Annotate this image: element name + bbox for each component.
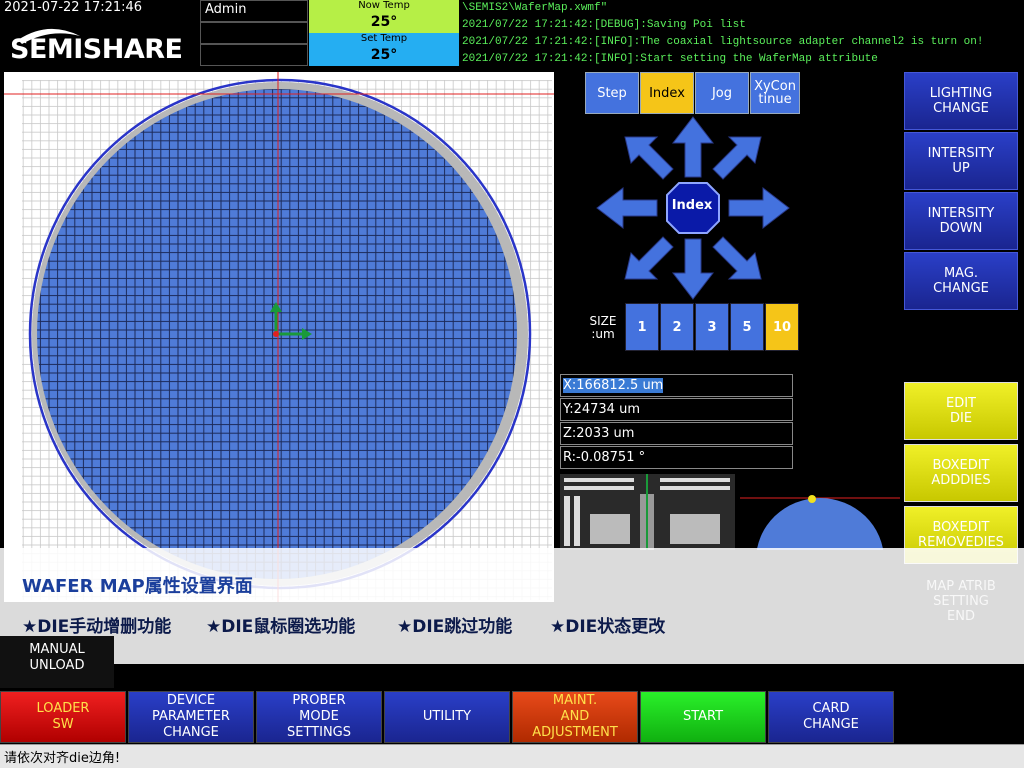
intensity-down-button[interactable]: INTERSITY DOWN: [904, 192, 1018, 250]
set-temp-label: Set Temp: [360, 33, 408, 44]
start-button[interactable]: START: [640, 691, 766, 743]
user-field: Admin: [200, 0, 308, 22]
header-empty-field: [200, 44, 308, 66]
size-1-button[interactable]: 1: [625, 303, 659, 351]
logo-text: SEMISHARE: [10, 34, 183, 65]
wafer-map[interactable]: [4, 72, 554, 602]
feature-item: ★DIE状态更改: [550, 617, 666, 637]
arrow-down-left-icon: [624, 236, 674, 280]
feature-overlay-banner: [0, 548, 1024, 664]
tab-xycontinue[interactable]: XyCon tinue: [750, 72, 800, 114]
r-coordinate-field[interactable]: R:-0.08751 °: [560, 446, 793, 469]
manual-unload-button[interactable]: MANUAL UNLOAD: [0, 636, 114, 688]
y-coordinate-field[interactable]: Y:24734 um: [560, 398, 793, 421]
status-bar: 请依次对齐die边角!: [0, 744, 1024, 768]
size-5-button[interactable]: 5: [730, 303, 764, 351]
tab-step[interactable]: Step: [585, 72, 639, 114]
arrow-down-right-icon: [712, 236, 762, 280]
tab-jog[interactable]: Jog: [695, 72, 749, 114]
utility-button[interactable]: UTILITY: [384, 691, 510, 743]
joystick-center-label[interactable]: Index: [667, 198, 717, 213]
arrow-right-icon: [728, 186, 790, 230]
size-label: SIZE:um: [589, 314, 617, 341]
maint-adjustment-button[interactable]: MAINT. AND ADJUSTMENT: [512, 691, 638, 743]
lighting-change-button[interactable]: LIGHTING CHANGE: [904, 72, 1018, 130]
mini-wafer-view: [740, 495, 900, 550]
arrow-up-left-icon: [624, 136, 674, 180]
tab-index[interactable]: Index: [640, 72, 694, 114]
set-temp-box[interactable]: Set Temp 25°: [309, 33, 459, 66]
set-temp-value: 25°: [370, 47, 398, 63]
device-parameter-change-button[interactable]: DEVICE PARAMETER CHANGE: [128, 691, 254, 743]
prober-mode-settings-button[interactable]: PROBER MODE SETTINGS: [256, 691, 382, 743]
datetime-display: 2021-07-22 17:21:46: [4, 0, 143, 15]
arrow-left-icon: [596, 186, 658, 230]
arrow-up-icon: [671, 116, 715, 178]
size-10-button[interactable]: 10: [765, 303, 799, 351]
card-change-button[interactable]: CARD CHANGE: [768, 691, 894, 743]
arrow-down-icon: [671, 238, 715, 300]
now-temp-label: Now Temp: [358, 0, 410, 11]
x-coordinate-field[interactable]: X:166812.5 um: [560, 374, 793, 397]
z-coordinate-field[interactable]: Z:2033 um: [560, 422, 793, 445]
feature-item: ★DIE鼠标圈选功能: [206, 617, 356, 637]
now-temp-box: Now Temp 25°: [309, 0, 459, 33]
size-3-button[interactable]: 3: [695, 303, 729, 351]
arrow-up-right-icon: [712, 136, 762, 180]
camera-view: [560, 474, 735, 550]
overlay-title: WAFER MAP属性设置界面: [22, 576, 253, 597]
log-panel: \SEMIS2\WaferMap.xwmf" 2021/07/22 17:21:…: [460, 0, 1024, 66]
boxedit-adddies-button[interactable]: BOXEDIT ADDDIES: [904, 444, 1018, 502]
log-line: 2021/07/22 17:21:42:[INFO]:Start setting…: [462, 53, 878, 65]
header-empty-field: [200, 22, 308, 44]
feature-item: ★DIE手动增删功能: [22, 617, 172, 637]
edit-die-button[interactable]: EDIT DIE: [904, 382, 1018, 440]
log-line: \SEMIS2\WaferMap.xwmf": [462, 2, 608, 14]
loader-sw-button[interactable]: LOADER SW: [0, 691, 126, 743]
feature-item: ★DIE跳过功能: [397, 617, 513, 637]
size-2-button[interactable]: 2: [660, 303, 694, 351]
log-line: 2021/07/22 17:21:42:[INFO]:The coaxial l…: [462, 36, 984, 48]
now-temp-value: 25°: [370, 14, 398, 30]
log-line: 2021/07/22 17:21:42:[DEBUG]:Saving Poi l…: [462, 19, 746, 31]
x-coordinate-value: X:166812.5 um: [563, 378, 664, 393]
intensity-up-button[interactable]: INTERSITY UP: [904, 132, 1018, 190]
mag-change-button[interactable]: MAG. CHANGE: [904, 252, 1018, 310]
